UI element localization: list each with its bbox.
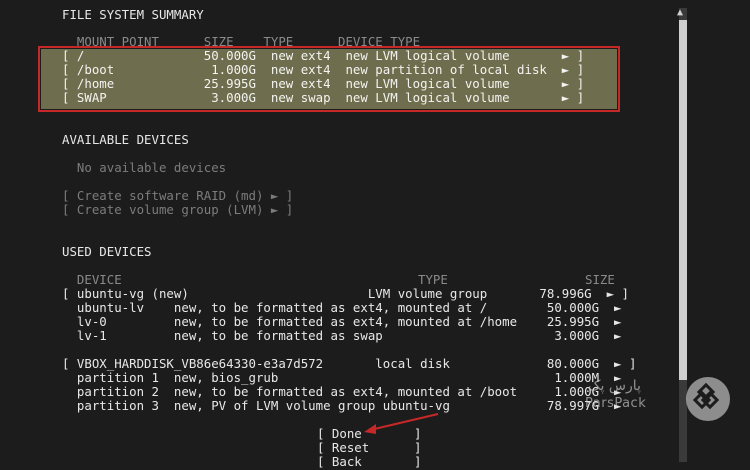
used-devices-title: USED DEVICES — [62, 244, 152, 259]
used-row-ubuntu-lv[interactable]: ubuntu-lv new, to be formatted as ext4, … — [62, 301, 622, 315]
watermark-text-fa: پارس پک — [588, 378, 641, 394]
reset-button[interactable]: [ Reset ] — [317, 441, 421, 455]
create-raid-button[interactable]: [ Create software RAID (md) ► ] — [62, 189, 293, 203]
used-row-lv-1[interactable]: lv-1 new, to be formatted as swap 3.000G… — [62, 329, 622, 343]
fs-summary-title: FILE SYSTEM SUMMARY — [62, 7, 204, 22]
fs-row-swap[interactable]: [ SWAP 3.000G new swap new LVM logical v… — [62, 91, 584, 105]
used-row-vbox-disk[interactable]: [ VBOX_HARDDISK_VB86e64330-e3a7d572 loca… — [62, 357, 636, 371]
used-row-partition-3[interactable]: partition 3 new, PV of LVM volume group … — [62, 399, 622, 413]
used-row-ubuntu-vg[interactable]: [ ubuntu-vg (new) LVM volume group 78.99… — [62, 287, 629, 301]
fs-row-boot[interactable]: [ /boot 1.000G new ext4 new partition of… — [62, 63, 584, 77]
used-header-device: DEVICE — [62, 272, 122, 287]
annotation-arrow-icon — [364, 413, 439, 434]
used-row-partition-1[interactable]: partition 1 new, bios_grub 1.000M ► — [62, 371, 622, 385]
watermark-text-en: ParsPack — [585, 396, 647, 411]
back-button[interactable]: [ Back ] — [317, 455, 421, 469]
available-devices-title: AVAILABLE DEVICES — [62, 132, 189, 147]
scroll-up-arrow-icon[interactable]: ▲ — [677, 6, 683, 20]
create-volume-group-button[interactable]: [ Create volume group (LVM) ► ] — [62, 203, 293, 217]
no-available-devices-text: No available devices — [62, 160, 227, 175]
used-header-type: TYPE — [418, 272, 448, 287]
used-row-partition-2[interactable]: partition 2 new, to be formatted as ext4… — [62, 385, 622, 399]
scrollbar-thumb[interactable] — [679, 20, 687, 380]
parspack-logo-icon — [686, 377, 730, 421]
used-row-lv-0[interactable]: lv-0 new, to be formatted as ext4, mount… — [62, 315, 622, 329]
used-header-size: SIZE — [585, 272, 615, 287]
fs-row-root[interactable]: [ / 50.000G new ext4 new LVM logical vol… — [62, 49, 584, 63]
fs-row-home[interactable]: [ /home 25.995G new ext4 new LVM logical… — [62, 77, 584, 91]
